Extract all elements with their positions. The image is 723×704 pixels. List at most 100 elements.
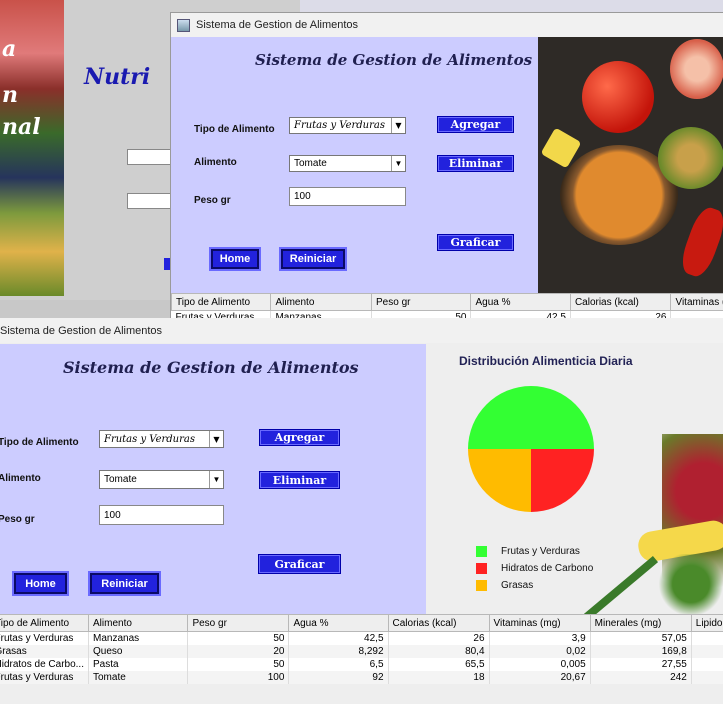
tipo-select[interactable]: Frutas y Verduras ▼ [289, 117, 406, 134]
column-header-minerales[interactable]: Minerales (mg) [589, 614, 692, 632]
table-cell: 20,67 [489, 671, 591, 684]
column-header-agua[interactable]: Agua % [470, 293, 571, 311]
table-cell: Frutas y Verduras [0, 671, 89, 684]
image-text-line-1: a [2, 36, 17, 62]
legend-swatch [476, 563, 487, 574]
vegetables-image [656, 554, 723, 614]
alimento-label: Alimento [0, 473, 41, 484]
column-header-tipo[interactable]: Tipo de Alimento [0, 614, 89, 632]
background-field-2[interactable] [127, 193, 175, 209]
table-row[interactable]: Hidratos de Carbo... Pasta 50 6,5 65,5 0,005 2… [0, 658, 723, 671]
table-cell: Pasta [88, 658, 189, 671]
column-header-peso[interactable]: Peso gr [370, 293, 472, 311]
peso-input[interactable]: 100 [289, 187, 406, 206]
background-field-1[interactable] [127, 149, 175, 165]
form-panel: Sistema de Gestion de Alimentos Tipo de … [0, 344, 426, 614]
column-header-lipidos[interactable]: Lipido [690, 614, 723, 632]
legend-label: Grasas [501, 580, 534, 591]
table-cell: 3,9 [489, 631, 591, 645]
legend-label: Frutas y Verduras [501, 546, 580, 557]
legend-item: Frutas y Verduras [476, 543, 593, 560]
chart-legend: Frutas y Verduras Hidratos de Carbono Gras… [476, 543, 593, 594]
table-cell: 242 [590, 671, 692, 684]
table-cell: 8,292 [288, 645, 389, 658]
table-cell: 80,4 [388, 645, 490, 658]
table-cell [691, 631, 723, 645]
alimento-label: Alimento [194, 157, 237, 168]
eliminar-button[interactable]: Eliminar [437, 155, 514, 172]
chevron-down-icon[interactable]: ▼ [391, 156, 405, 171]
table-cell: Tomate [88, 671, 189, 684]
chevron-down-icon[interactable]: ▼ [209, 431, 223, 447]
app-icon [177, 18, 190, 32]
agregar-button[interactable]: Agregar [259, 429, 340, 446]
table-row[interactable]: GrasasQueso208,29280,40,02169,8 [0, 645, 723, 658]
data-table: Tipo de Alimento Alimento Peso gr Agua %… [0, 614, 723, 704]
table-cell: 50 [187, 658, 290, 671]
background-title: Nutri [84, 64, 151, 90]
table-cell: 18 [388, 671, 490, 684]
tipo-selected: Frutas y Verduras [104, 433, 195, 445]
column-header-peso[interactable]: Peso gr [187, 614, 290, 632]
image-text-line-3: nal [2, 114, 41, 140]
alimento-select[interactable]: Tomate ▼ [99, 470, 224, 489]
window-titlebar[interactable]: Sistema de Gestion de Alimentos [171, 13, 723, 37]
agregar-button[interactable]: Agregar [437, 116, 514, 133]
column-header-tipo[interactable]: Tipo de Alimento [171, 293, 272, 311]
table-cell [691, 658, 723, 671]
table-cell: 20 [187, 645, 290, 658]
graficar-button[interactable]: Graficar [437, 234, 514, 251]
tipo-selected: Frutas y Verduras [294, 120, 385, 131]
legend-item: Hidratos de Carbono [476, 560, 593, 577]
table-cell: 50 [187, 631, 290, 645]
food-image [538, 37, 723, 293]
table-cell: 27,55 [590, 658, 692, 671]
column-header-vitaminas[interactable]: Vitaminas (mg) [670, 293, 723, 311]
table-cell [691, 645, 723, 658]
table-cell: Grasas [0, 645, 89, 658]
table-cell: Queso [88, 645, 189, 658]
table-cell: 100 [187, 671, 290, 684]
table-row[interactable]: Frutas y Verduras Manzanas 50 42,5 26 3,9 57,0… [0, 631, 723, 645]
desktop-strip [300, 0, 723, 12]
graficar-button[interactable]: Graficar [258, 554, 341, 574]
table-cell: Frutas y Verduras [0, 631, 89, 645]
chevron-down-icon[interactable]: ▼ [391, 118, 405, 133]
column-header-agua[interactable]: Agua % [288, 614, 389, 632]
home-button[interactable]: Home [12, 571, 69, 596]
window-title: Sistema de Gestion de Alimentos [196, 19, 359, 31]
tipo-select[interactable]: Frutas y Verduras ▼ [99, 430, 224, 448]
column-header-alimento[interactable]: Alimento [270, 293, 372, 311]
tipo-label: Tipo de Alimento [194, 124, 275, 135]
table-cell: 65,5 [388, 658, 490, 671]
legend-item: Grasas [476, 577, 593, 594]
column-header-calorias[interactable]: Calorias (kcal) [569, 293, 672, 311]
chart-panel: Distribución Alimenticia Diaria Frutas y… [426, 344, 723, 614]
table-cell: 6,5 [288, 658, 389, 671]
eliminar-button[interactable]: Eliminar [259, 471, 340, 489]
home-button[interactable]: Home [209, 247, 261, 271]
window-titlebar[interactable]: Sistema de Gestion de Alimentos [0, 318, 723, 343]
vegetables-image [583, 556, 659, 614]
form-panel: Sistema de Gestion de Alimentos Tipo de … [171, 37, 538, 293]
table-cell: 57,05 [590, 631, 692, 645]
table-row[interactable]: Frutas y Verduras Tomate 100 92 18 20,67 242 [0, 671, 723, 684]
data-table: Tipo de Alimento Alimento Peso gr Agua %… [171, 293, 723, 319]
peso-input[interactable]: 100 [99, 505, 224, 525]
pie-chart [468, 386, 594, 512]
column-header-alimento[interactable]: Alimento [87, 614, 189, 632]
column-header-vitaminas[interactable]: Vitaminas (mg) [488, 614, 591, 632]
reiniciar-button[interactable]: Reiniciar [88, 571, 161, 596]
column-header-calorias[interactable]: Calorias (kcal) [387, 614, 490, 632]
legend-swatch [476, 546, 487, 557]
chevron-down-icon[interactable]: ▼ [209, 471, 223, 488]
tipo-label: Tipo de Alimento [0, 437, 79, 448]
reiniciar-button[interactable]: Reiniciar [279, 247, 347, 271]
table-cell: Hidratos de Carbo... [0, 658, 89, 671]
table-cell: 42,5 [288, 631, 389, 645]
table-cell: 0,02 [489, 645, 591, 658]
legend-swatch [476, 580, 487, 591]
alimento-select[interactable]: Tomate ▼ [289, 155, 406, 172]
form-heading: Sistema de Gestion de Alimentos [63, 358, 359, 377]
main-window-back: Sistema de Gestion de Alimentos Sistema … [170, 12, 723, 320]
